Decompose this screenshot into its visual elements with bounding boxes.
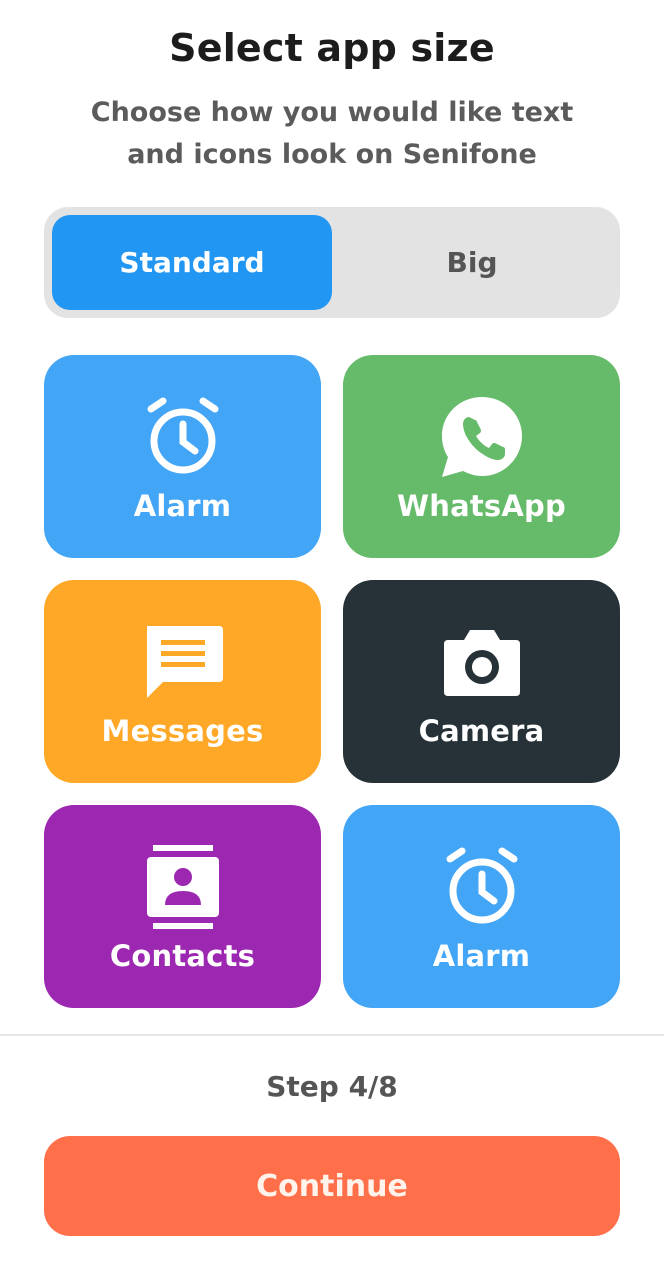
page-title: Select app size	[169, 26, 495, 70]
tile-camera[interactable]: Camera	[343, 580, 620, 783]
camera-icon	[436, 616, 528, 708]
tile-label: Alarm	[432, 938, 531, 973]
tile-alarm[interactable]: Alarm	[44, 355, 321, 558]
alarm-clock-icon	[436, 841, 528, 933]
select-app-size-screen: Select app size Choose how you would lik…	[0, 0, 664, 1280]
message-icon	[137, 616, 229, 708]
tile-messages[interactable]: Messages	[44, 580, 321, 783]
page-subtitle: Choose how you would like text and icons…	[90, 97, 574, 170]
app-preview-grid: Alarm WhatsApp Messages Camera Contacts …	[44, 355, 620, 1008]
tile-label: Messages	[101, 713, 264, 748]
tile-alarm[interactable]: Alarm	[343, 805, 620, 1008]
step-indicator: Step 4/8	[266, 1070, 398, 1103]
tile-label: Camera	[418, 713, 545, 748]
size-option-big[interactable]: Big	[332, 215, 612, 310]
size-toggle: Standard Big	[44, 207, 620, 318]
tile-label: WhatsApp	[397, 488, 566, 523]
footer-divider	[0, 1034, 664, 1036]
contacts-icon	[137, 841, 229, 933]
tile-label: Alarm	[133, 488, 232, 523]
tile-whatsapp[interactable]: WhatsApp	[343, 355, 620, 558]
size-option-standard[interactable]: Standard	[52, 215, 332, 310]
tile-label: Contacts	[109, 938, 256, 973]
continue-button[interactable]: Continue	[44, 1136, 620, 1236]
alarm-clock-icon	[137, 391, 229, 483]
whatsapp-icon	[436, 391, 528, 483]
tile-contacts[interactable]: Contacts	[44, 805, 321, 1008]
